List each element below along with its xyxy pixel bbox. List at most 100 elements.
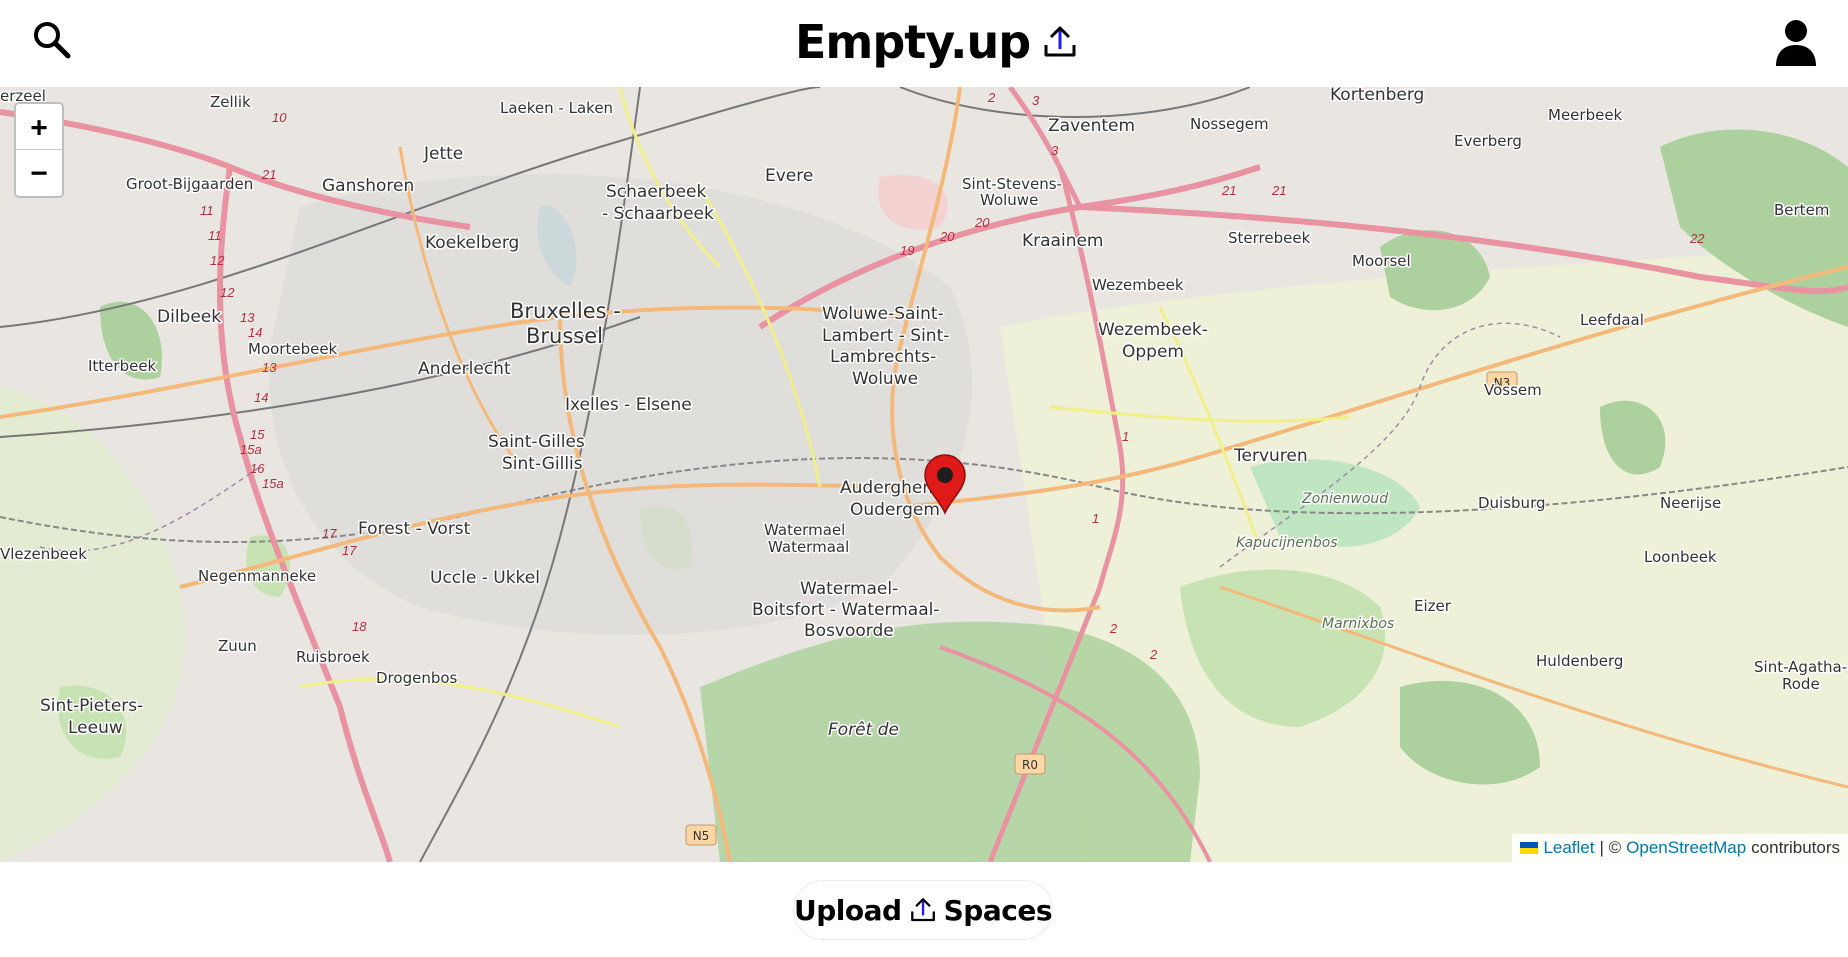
svg-text:14: 14 bbox=[254, 390, 268, 405]
location-marker[interactable] bbox=[923, 453, 967, 515]
svg-text:17: 17 bbox=[322, 526, 337, 541]
svg-text:21: 21 bbox=[1271, 183, 1286, 198]
svg-text:Bertem: Bertem bbox=[1774, 201, 1829, 219]
svg-text:Zellik: Zellik bbox=[210, 93, 251, 111]
svg-text:13: 13 bbox=[240, 310, 255, 325]
zoom-control: + − bbox=[14, 102, 64, 198]
account-button[interactable] bbox=[1772, 18, 1820, 68]
svg-text:Ganshoren: Ganshoren bbox=[322, 176, 414, 196]
svg-text:Tervuren: Tervuren bbox=[1233, 446, 1308, 466]
svg-text:Anderlecht: Anderlecht bbox=[418, 359, 511, 379]
svg-text:Sint-Gillis: Sint-Gillis bbox=[502, 454, 583, 474]
svg-text:Leeuw: Leeuw bbox=[68, 718, 123, 738]
svg-text:Neerijse: Neerijse bbox=[1660, 494, 1721, 512]
svg-text:Ruisbroek: Ruisbroek bbox=[296, 648, 370, 666]
svg-text:Sint-Agatha-: Sint-Agatha- bbox=[1754, 658, 1847, 676]
svg-text:13: 13 bbox=[262, 360, 277, 375]
search-button[interactable] bbox=[30, 18, 74, 62]
svg-text:17: 17 bbox=[342, 543, 357, 558]
attribution-contributors: contributors bbox=[1751, 838, 1840, 857]
svg-text:- Schaarbeek: - Schaarbeek bbox=[602, 204, 714, 224]
svg-text:18: 18 bbox=[352, 619, 367, 634]
svg-text:R0: R0 bbox=[1022, 758, 1038, 772]
attribution-separator: | © bbox=[1599, 838, 1622, 857]
svg-text:2: 2 bbox=[1149, 647, 1158, 662]
svg-text:10: 10 bbox=[272, 110, 287, 125]
map-view[interactable]: N3 R0 N5 10 21 11 11 12 12 13 14 13 14 1… bbox=[0, 87, 1848, 862]
svg-text:Koekelberg: Koekelberg bbox=[425, 233, 519, 253]
svg-text:14: 14 bbox=[248, 325, 262, 340]
svg-text:N5: N5 bbox=[693, 829, 710, 843]
svg-text:19: 19 bbox=[900, 243, 914, 258]
map-pin-icon bbox=[924, 454, 966, 515]
svg-text:15a: 15a bbox=[240, 442, 262, 457]
app-logo[interactable]: Empty.up bbox=[795, 12, 1078, 72]
svg-text:Laeken - Laken: Laeken - Laken bbox=[500, 99, 613, 117]
svg-text:Schaerbeek: Schaerbeek bbox=[606, 182, 706, 202]
svg-text:Moorsel: Moorsel bbox=[1352, 252, 1411, 270]
svg-text:Woluwe: Woluwe bbox=[980, 191, 1038, 209]
svg-text:1: 1 bbox=[1092, 511, 1099, 526]
svg-text:Watermael-: Watermael- bbox=[800, 579, 898, 599]
svg-text:Duisburg: Duisburg bbox=[1478, 494, 1546, 512]
zoom-out-button[interactable]: − bbox=[16, 149, 62, 194]
svg-text:Lambert - Sint-: Lambert - Sint- bbox=[822, 326, 949, 346]
svg-text:Watermael: Watermael bbox=[764, 521, 845, 539]
svg-text:2: 2 bbox=[987, 90, 996, 105]
zoom-in-button[interactable]: + bbox=[16, 104, 62, 149]
map-attribution: Leaflet | © OpenStreetMap contributors bbox=[1512, 834, 1848, 862]
svg-text:Wezembeek: Wezembeek bbox=[1092, 276, 1184, 294]
openstreetmap-link[interactable]: OpenStreetMap bbox=[1626, 838, 1746, 858]
app-title: Empty.up bbox=[795, 15, 1031, 69]
svg-text:Zuun: Zuun bbox=[218, 637, 257, 655]
svg-text:12: 12 bbox=[220, 285, 235, 300]
svg-text:Brussel: Brussel bbox=[526, 324, 603, 348]
svg-text:Boitsfort - Watermaal-: Boitsfort - Watermaal- bbox=[752, 600, 940, 620]
upload-icon bbox=[910, 898, 935, 922]
svg-text:Ixelles - Elsene: Ixelles - Elsene bbox=[565, 395, 692, 415]
svg-text:Woluwe-Saint-: Woluwe-Saint- bbox=[822, 304, 944, 324]
svg-text:20: 20 bbox=[939, 229, 955, 244]
svg-text:Woluwe: Woluwe bbox=[852, 369, 918, 389]
svg-text:15: 15 bbox=[250, 427, 265, 442]
upload-spaces-button[interactable]: Upload Spaces bbox=[793, 880, 1053, 940]
svg-text:Zaventem: Zaventem bbox=[1048, 116, 1135, 136]
svg-text:Vlezenbeek: Vlezenbeek bbox=[0, 545, 87, 563]
svg-text:Sterrebeek: Sterrebeek bbox=[1228, 229, 1311, 247]
svg-text:Negenmanneke: Negenmanneke bbox=[198, 567, 316, 585]
svg-text:Loonbeek: Loonbeek bbox=[1644, 548, 1717, 566]
svg-text:Saint-Gilles: Saint-Gilles bbox=[488, 432, 585, 452]
svg-text:Eizer: Eizer bbox=[1414, 597, 1452, 615]
svg-text:Watermaal: Watermaal bbox=[768, 538, 849, 556]
spaces-label: Spaces bbox=[943, 893, 1053, 927]
search-icon bbox=[34, 22, 71, 59]
svg-text:Moortebeek: Moortebeek bbox=[248, 340, 338, 358]
svg-text:Bruxelles -: Bruxelles - bbox=[510, 299, 621, 323]
svg-text:Rode: Rode bbox=[1782, 675, 1820, 693]
svg-text:16: 16 bbox=[250, 461, 265, 476]
svg-text:Lambrechts-: Lambrechts- bbox=[830, 347, 936, 367]
svg-text:11: 11 bbox=[208, 228, 222, 243]
svg-text:Meerbeek: Meerbeek bbox=[1548, 106, 1623, 124]
svg-text:Everberg: Everberg bbox=[1454, 132, 1522, 150]
leaflet-link[interactable]: Leaflet bbox=[1543, 838, 1594, 858]
svg-text:21: 21 bbox=[261, 167, 276, 182]
svg-text:Bosvoorde: Bosvoorde bbox=[804, 621, 894, 641]
svg-text:Kortenberg: Kortenberg bbox=[1330, 87, 1424, 105]
svg-text:Forest - Vorst: Forest - Vorst bbox=[358, 519, 471, 539]
svg-text:Oppem: Oppem bbox=[1122, 342, 1184, 362]
app-header: Empty.up bbox=[0, 0, 1848, 87]
upload-label: Upload bbox=[794, 893, 902, 927]
user-icon bbox=[1776, 20, 1816, 66]
svg-text:Kapucijnenbos: Kapucijnenbos bbox=[1236, 535, 1338, 551]
svg-text:Marnixbos: Marnixbos bbox=[1322, 616, 1394, 632]
svg-text:1: 1 bbox=[1122, 429, 1129, 444]
svg-text:11: 11 bbox=[200, 203, 214, 218]
svg-text:15a: 15a bbox=[262, 476, 284, 491]
svg-text:12: 12 bbox=[210, 253, 225, 268]
svg-text:Uccle - Ukkel: Uccle - Ukkel bbox=[430, 568, 540, 588]
svg-text:Leefdaal: Leefdaal bbox=[1580, 311, 1644, 329]
svg-text:Wezembeek-: Wezembeek- bbox=[1098, 320, 1208, 340]
svg-text:20: 20 bbox=[974, 215, 990, 230]
svg-text:Forêt de: Forêt de bbox=[828, 720, 899, 740]
